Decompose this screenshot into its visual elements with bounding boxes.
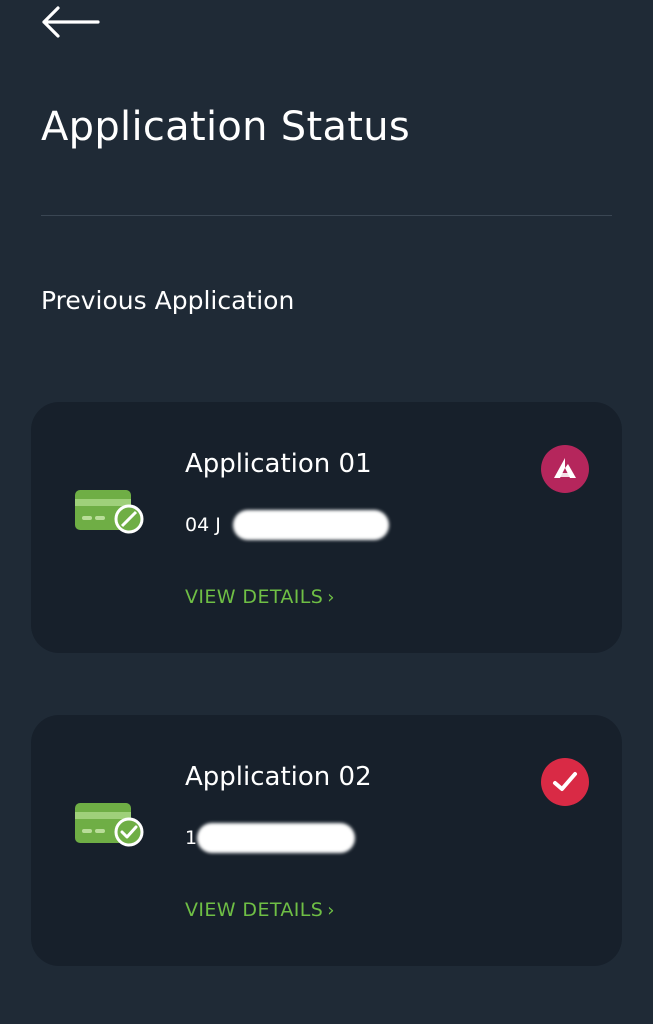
page-title: Application Status — [41, 104, 411, 150]
check-icon — [541, 758, 589, 806]
application-title: Application 02 — [185, 762, 372, 792]
section-title: Previous Application — [41, 286, 295, 315]
application-card-01[interactable]: Application 01 04 J VIEW DETAILS › — [31, 402, 622, 653]
view-details-link[interactable]: VIEW DETAILS › — [185, 586, 335, 608]
application-card-02[interactable]: Application 02 1 VIEW DETAILS › — [31, 715, 622, 966]
card-blocked-icon — [73, 486, 145, 536]
application-title: Application 01 — [185, 449, 372, 479]
chevron-right-icon: › — [327, 900, 335, 921]
view-details-link[interactable]: VIEW DETAILS › — [185, 899, 335, 921]
application-date: 04 J — [185, 514, 221, 536]
redaction-mark — [233, 510, 389, 540]
divider — [41, 215, 612, 216]
view-details-label: VIEW DETAILS — [185, 899, 324, 921]
application-date-row: 04 J — [185, 510, 389, 540]
redaction-mark — [197, 823, 355, 853]
back-button[interactable] — [36, 0, 106, 44]
application-date-row: 1 — [185, 823, 385, 853]
bank-logo-icon — [541, 445, 589, 493]
chevron-right-icon: › — [327, 587, 335, 608]
view-details-label: VIEW DETAILS — [185, 586, 324, 608]
back-arrow-icon — [42, 6, 100, 38]
card-approved-icon — [73, 799, 145, 849]
application-date: 1 — [185, 827, 198, 849]
